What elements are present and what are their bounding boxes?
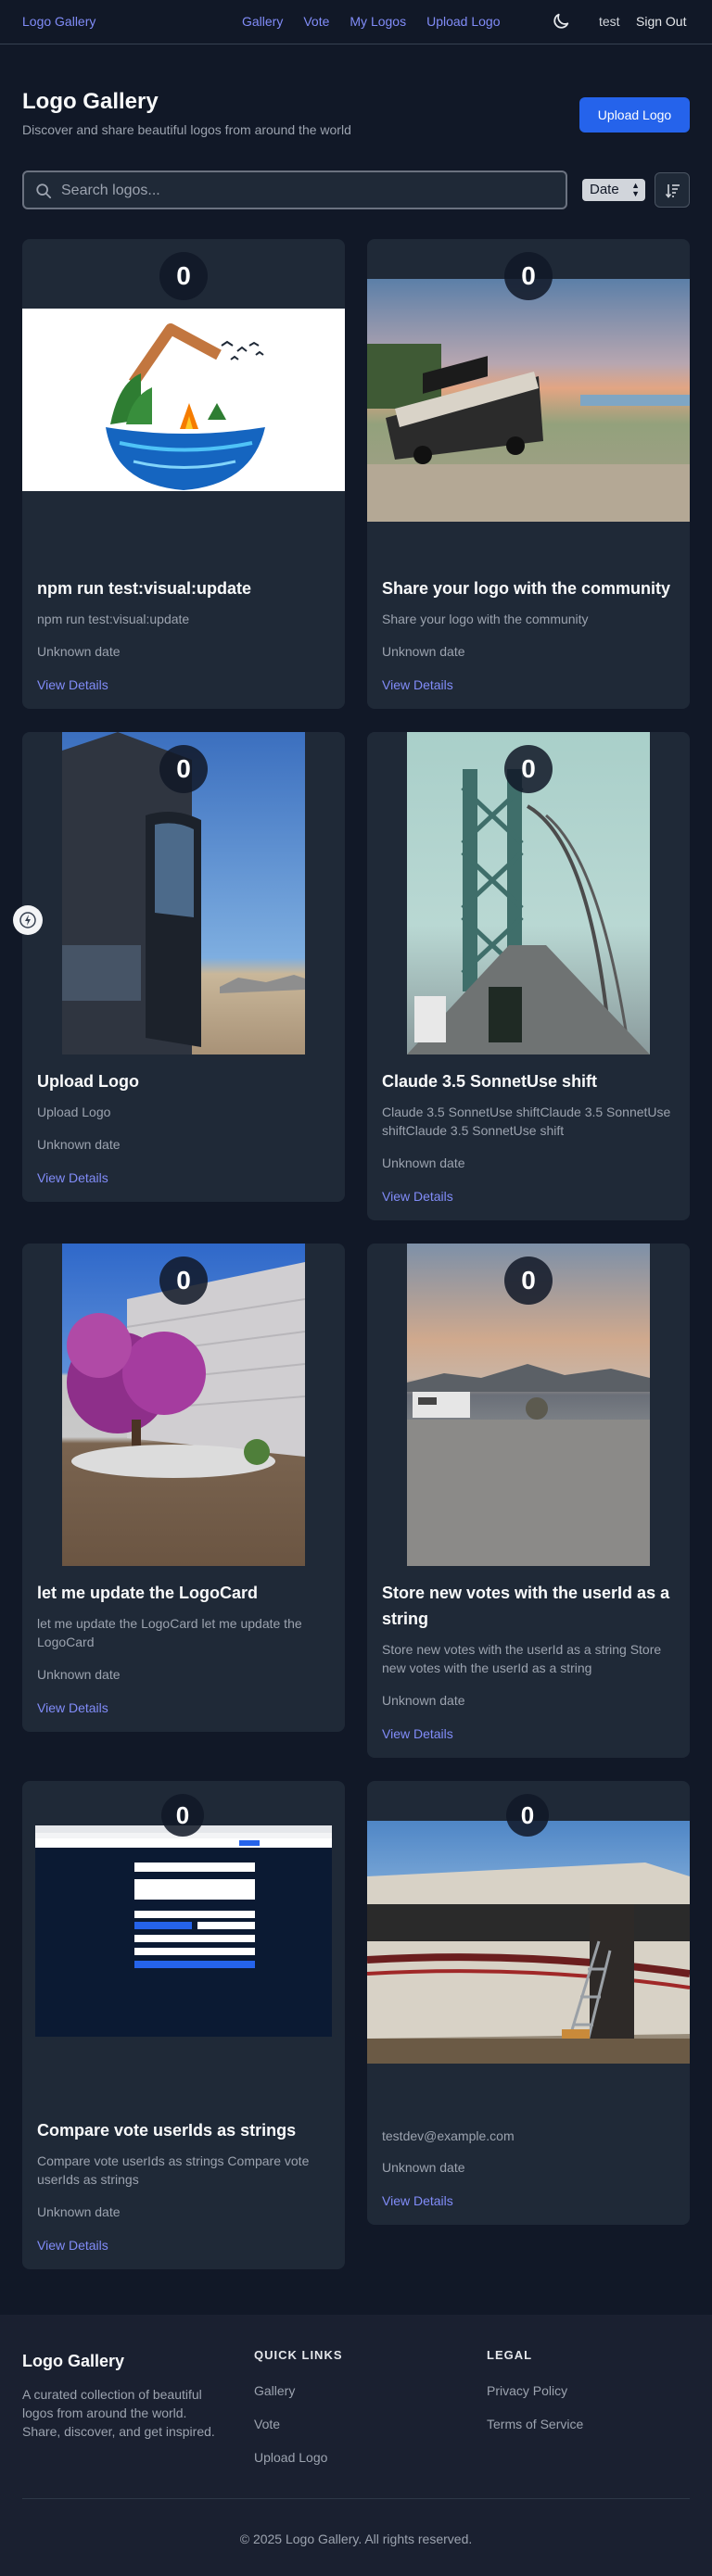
copyright: © 2025 Logo Gallery. All rights reserved…: [239, 2532, 473, 2546]
sort-descending-icon: [665, 184, 680, 198]
footer: Logo Gallery A curated collection of bea…: [0, 2315, 712, 2576]
footer-brand: Logo Gallery: [22, 2352, 125, 2370]
footer-divider: [22, 2498, 690, 2499]
logo-card: 0 Share your logo with the community Sha…: [367, 239, 690, 709]
card-title: Store new votes with the userId as a str…: [382, 1584, 670, 1628]
sort-select[interactable]: Date ▲ ▼: [582, 179, 645, 201]
logo-image[interactable]: [367, 1821, 690, 2065]
vote-count: 0: [504, 1256, 553, 1305]
card-date: Unknown date: [382, 1693, 465, 1708]
top-nav: Logo Gallery Gallery Vote My Logos Uploa…: [0, 0, 712, 44]
card-description: Compare vote userIds as strings Compare …: [37, 2153, 310, 2187]
quick-links-heading: QUICK LINKS: [254, 2348, 343, 2362]
sort-select-value: Date: [590, 182, 619, 197]
vote-count: 0: [161, 1794, 204, 1837]
search-input[interactable]: [61, 180, 553, 202]
card-date: Unknown date: [37, 644, 121, 659]
nav-brand[interactable]: Logo Gallery: [22, 14, 95, 29]
logo-image[interactable]: [367, 279, 690, 522]
logo-card: 0 Store new votes with the userId as a s…: [367, 1244, 690, 1758]
user-name: test: [599, 14, 620, 29]
rv-photo-image: [367, 344, 690, 522]
view-details-link[interactable]: View Details: [382, 1189, 453, 1204]
card-title: let me update the LogoCard: [37, 1584, 259, 1602]
rv-ladder-photo-image: [367, 1863, 690, 2065]
view-details-link[interactable]: View Details: [37, 2238, 108, 2253]
floating-action-button[interactable]: [13, 905, 43, 935]
card-date: Unknown date: [37, 1667, 121, 1682]
card-description: let me update the LogoCard let me update…: [37, 1616, 302, 1649]
footer-link-privacy-policy[interactable]: Privacy Policy: [487, 2383, 567, 2398]
logo-card: 0 Compare vote userIds as strings Compar…: [22, 1781, 345, 2269]
card-title: Upload Logo: [37, 1072, 139, 1091]
logo-card: 0 let me update the LogoCard let me upda…: [22, 1244, 345, 1732]
card-author: testdev@example.com: [382, 2128, 515, 2143]
page-title: Logo Gallery: [22, 89, 159, 114]
view-details-link[interactable]: View Details: [37, 1170, 108, 1185]
view-details-link[interactable]: View Details: [37, 1700, 108, 1715]
nav-link-upload-logo[interactable]: Upload Logo: [426, 14, 500, 29]
card-description: Upload Logo: [37, 1105, 111, 1119]
card-description: npm run test:visual:update: [37, 612, 190, 626]
card-date: Unknown date: [37, 2204, 121, 2219]
card-description: Claude 3.5 SonnetUse shiftClaude 3.5 Son…: [382, 1105, 671, 1138]
view-details-link[interactable]: View Details: [382, 677, 453, 692]
card-date: Unknown date: [37, 1137, 121, 1152]
sort-direction-button[interactable]: [655, 172, 690, 208]
lightning-icon: [19, 912, 36, 928]
logo-image[interactable]: [22, 309, 345, 491]
logo-image[interactable]: [35, 1825, 332, 2037]
card-date: Unknown date: [382, 644, 465, 659]
moon-icon[interactable]: [551, 11, 571, 32]
sign-out-button[interactable]: Sign Out: [636, 14, 686, 29]
vote-count: 0: [506, 1794, 549, 1837]
card-description: Store new votes with the userId as a str…: [382, 1642, 662, 1675]
vote-count: 0: [504, 252, 553, 300]
card-title: npm run test:visual:update: [37, 579, 252, 598]
logo-card: 0 testdev@example.com Unknown date View …: [367, 1781, 690, 2225]
footer-link-gallery[interactable]: Gallery: [254, 2383, 295, 2398]
upload-form-screenshot-image: [35, 1825, 332, 1968]
footer-link-terms-of-service[interactable]: Terms of Service: [487, 2417, 583, 2431]
vote-count: 0: [159, 1256, 208, 1305]
legal-heading: LEGAL: [487, 2348, 533, 2362]
campfire-logo-image: [106, 323, 265, 490]
card-date: Unknown date: [382, 2160, 465, 2175]
select-arrows-icon: ▲ ▼: [631, 181, 640, 198]
card-title: Claude 3.5 SonnetUse shift: [382, 1072, 598, 1091]
search-box: [22, 170, 567, 209]
vote-count: 0: [504, 745, 553, 793]
nav-link-vote[interactable]: Vote: [303, 14, 329, 29]
footer-link-vote[interactable]: Vote: [254, 2417, 280, 2431]
logo-card: 0 npm run test:visual:update npm run tes…: [22, 239, 345, 709]
search-icon: [36, 183, 52, 199]
card-date: Unknown date: [382, 1155, 465, 1170]
vote-count: 0: [159, 252, 208, 300]
nav-link-gallery[interactable]: Gallery: [242, 14, 283, 29]
nav-link-my-logos[interactable]: My Logos: [350, 14, 406, 29]
card-title: Share your logo with the community: [382, 579, 671, 598]
card-title: Compare vote userIds as strings: [37, 2121, 297, 2140]
view-details-link[interactable]: View Details: [382, 1726, 453, 1741]
logo-card: 0 Upload Logo Upload Logo Unknown date V…: [22, 732, 345, 1202]
logo-card: 0 Claude 3.5 SonnetUse shift Claude 3.5 …: [367, 732, 690, 1220]
footer-description: A curated collection of beautiful logos …: [22, 2387, 215, 2439]
vote-count: 0: [159, 745, 208, 793]
view-details-link[interactable]: View Details: [382, 2193, 453, 2208]
footer-link-upload-logo[interactable]: Upload Logo: [254, 2450, 327, 2465]
page-subtitle: Discover and share beautiful logos from …: [22, 122, 351, 137]
upload-logo-button[interactable]: Upload Logo: [579, 97, 690, 133]
card-description: Share your logo with the community: [382, 612, 589, 626]
view-details-link[interactable]: View Details: [37, 677, 108, 692]
nav-links: Gallery Vote My Logos Upload Logo: [242, 14, 521, 29]
